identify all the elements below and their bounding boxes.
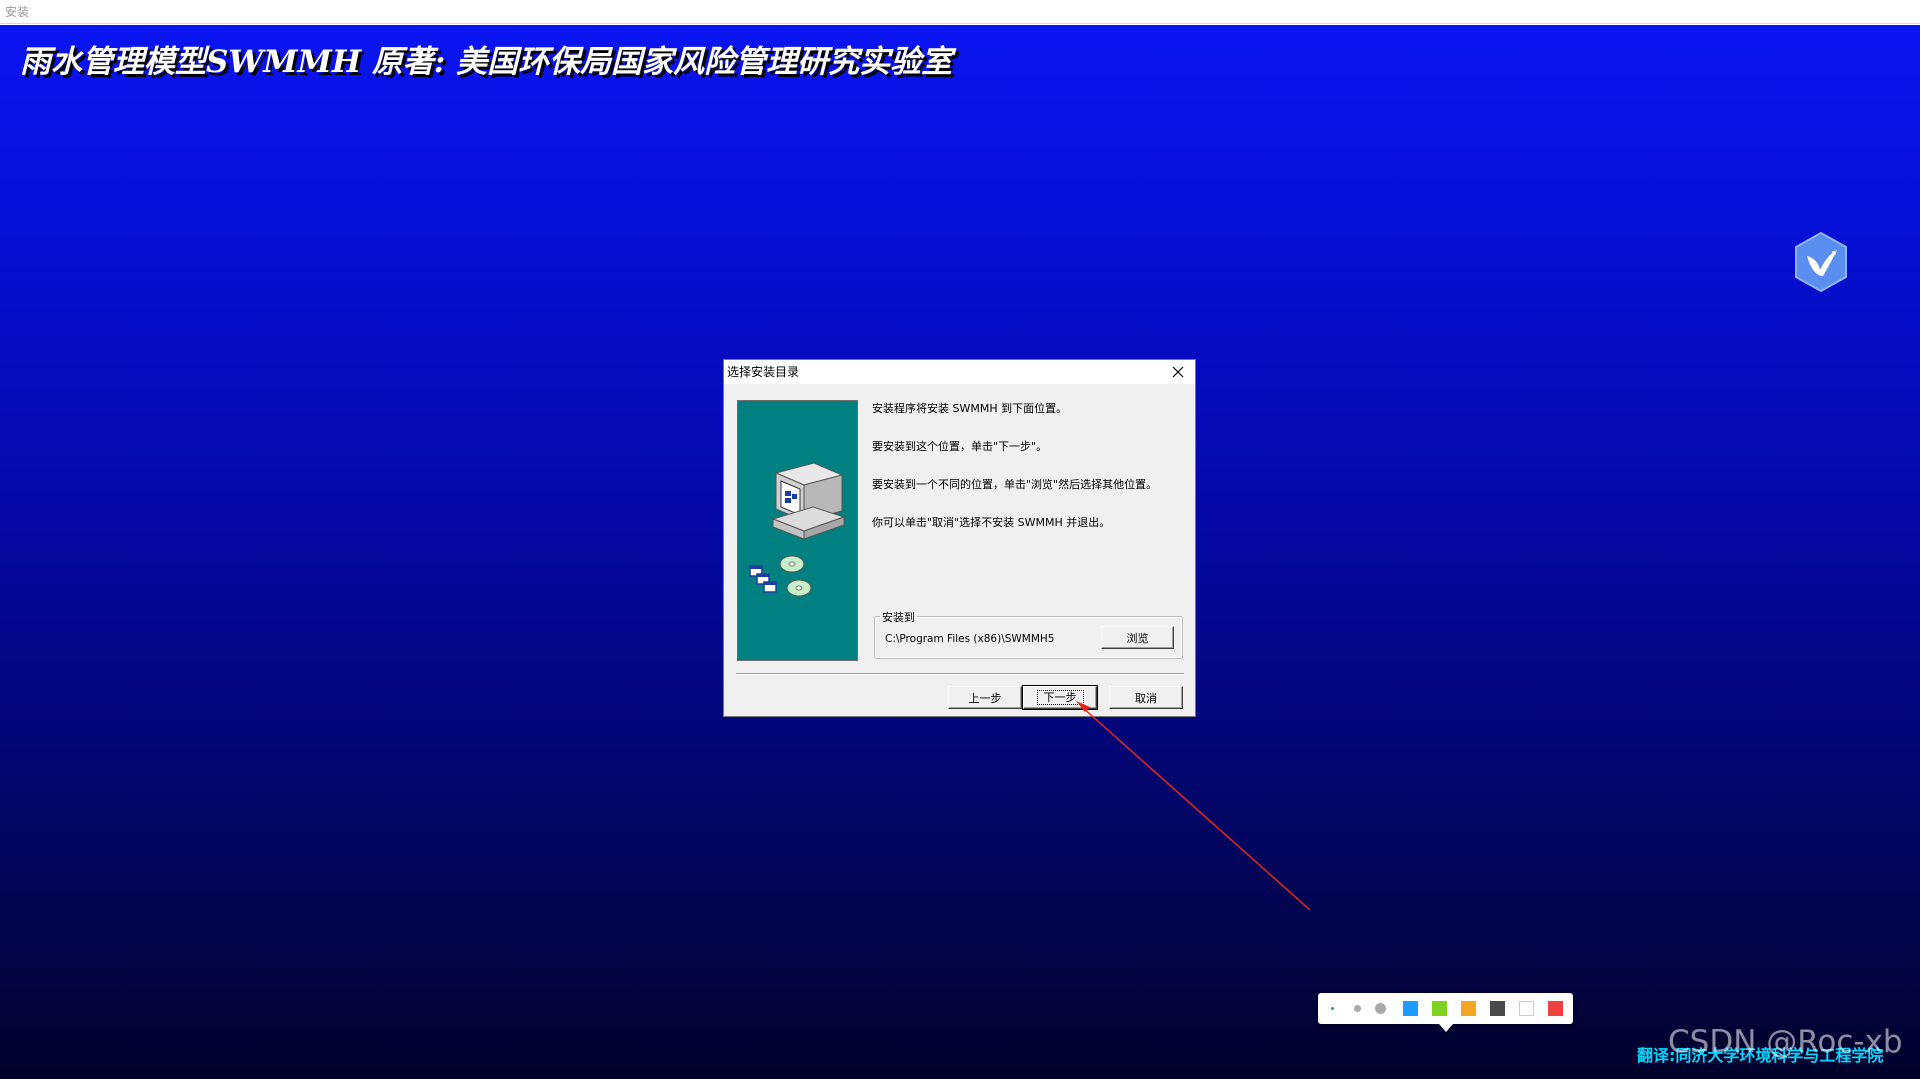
window-titlebar: 安装: [0, 0, 1920, 24]
pen-size-medium[interactable]: [1354, 1005, 1361, 1012]
message-line-4: 你可以单击"取消"选择不安装 SWMMH 并退出。: [872, 516, 1111, 529]
back-button[interactable]: 上一步: [948, 686, 1022, 709]
dialog-titlebar: 选择安装目录: [724, 360, 1195, 384]
color-swatch-dark-gray[interactable]: [1490, 1001, 1505, 1016]
install-directory-dialog: 选择安装目录 安装程序将安装 SWMMH 到下面位置。 要安装到这个位置，单击"…: [723, 359, 1196, 717]
annotation-color-toolbar: [1318, 993, 1573, 1024]
bird-badge-icon[interactable]: [1793, 232, 1849, 292]
install-destination-group: 安装到 C:\Program Files (x86)\SWMMH5 浏览: [874, 609, 1183, 659]
browse-button[interactable]: 浏览: [1101, 626, 1174, 649]
computer-icon: [749, 462, 846, 597]
pen-size-large[interactable]: [1375, 1003, 1386, 1014]
dialog-title: 选择安装目录: [727, 365, 800, 379]
message-line-3: 要安装到一个不同的位置，单击"浏览"然后选择其他位置。: [872, 478, 1158, 491]
banner-title: 雨水管理模型SWMMH 原著: 美国环保局国家风险管理研究实验室: [20, 44, 953, 80]
color-swatch-white[interactable]: [1519, 1001, 1534, 1016]
color-swatch-blue[interactable]: [1403, 1001, 1418, 1016]
next-button-label: 下一步: [1036, 690, 1084, 705]
setup-side-graphic: [737, 400, 858, 661]
dialog-separator: [736, 673, 1184, 675]
install-destination-label: 安装到: [880, 609, 917, 625]
pen-size-small[interactable]: [1331, 1007, 1334, 1010]
color-swatch-green[interactable]: [1432, 1001, 1447, 1016]
window-title: 安装: [5, 5, 30, 19]
color-swatch-orange[interactable]: [1461, 1001, 1476, 1016]
csdn-watermark: CSDN @Roc-xb: [1668, 1024, 1903, 1060]
close-button[interactable]: [1161, 360, 1195, 384]
next-button[interactable]: 下一步: [1022, 685, 1098, 710]
cancel-button[interactable]: 取消: [1109, 686, 1183, 709]
message-line-1: 安装程序将安装 SWMMH 到下面位置。: [872, 402, 1068, 415]
message-line-2: 要安装到这个位置，单击"下一步"。: [872, 440, 1048, 453]
color-swatch-red[interactable]: [1548, 1001, 1563, 1016]
cancel-button-label: 取消: [1135, 691, 1157, 705]
back-button-label: 上一步: [968, 691, 1002, 705]
toolbar-pointer: [1439, 1024, 1453, 1032]
install-path-text: C:\Program Files (x86)\SWMMH5: [885, 633, 1055, 645]
browse-button-label: 浏览: [1126, 631, 1149, 645]
close-icon: [1172, 366, 1184, 378]
